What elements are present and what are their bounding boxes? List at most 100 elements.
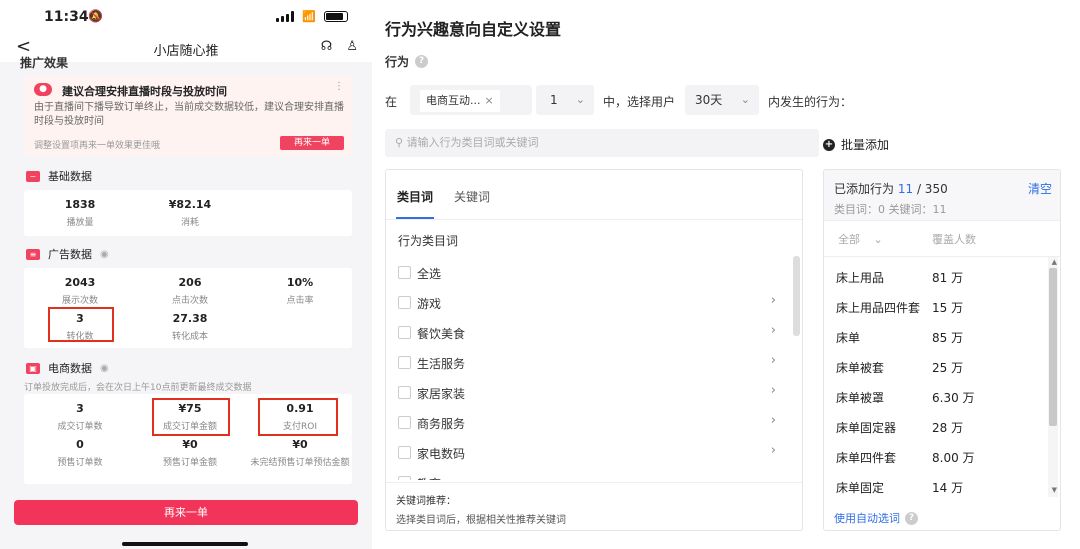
clear-button[interactable]: 清空 bbox=[1028, 180, 1052, 197]
scrollbar[interactable] bbox=[793, 256, 800, 336]
scrollbar-thumb[interactable] bbox=[1049, 268, 1057, 426]
list-item[interactable]: 餐饮美食 › bbox=[386, 318, 796, 348]
table-row[interactable]: 床单固定器 28 万 bbox=[824, 412, 1046, 442]
help-icon[interactable]: ? bbox=[415, 55, 429, 68]
chevron-right-icon[interactable]: › bbox=[771, 323, 776, 338]
home-indicator[interactable] bbox=[122, 542, 248, 546]
stat-spend: ¥82.14 消耗 bbox=[168, 198, 212, 228]
count-select[interactable]: 1 ⌄ bbox=[536, 85, 594, 115]
chevron-right-icon[interactable]: › bbox=[771, 443, 776, 458]
chevron-right-icon[interactable]: › bbox=[771, 383, 776, 398]
tip-icon: ● bbox=[34, 83, 52, 96]
tip-reorder-button[interactable]: 再来一单 bbox=[280, 136, 344, 150]
checkbox[interactable] bbox=[398, 356, 411, 369]
ad-data-title: 广告数据 bbox=[48, 248, 92, 261]
table-row[interactable]: 床上用品 81 万 bbox=[824, 262, 1046, 292]
behavior-label: 行为 ? bbox=[385, 53, 429, 70]
plus-icon: + bbox=[823, 138, 835, 151]
tip-title: 建议合理安排直播时段与投放时间 bbox=[62, 85, 227, 98]
category-panel: 类目词 关键词 行为类目词 全选 游戏 › 餐饮美食 › 生活服务 › 家居家装… bbox=[385, 169, 803, 531]
scroll-up-icon[interactable]: ▲ bbox=[1052, 258, 1057, 266]
stat-ctr: 10% 点击率 bbox=[286, 276, 314, 306]
list-item[interactable]: 家居家装 › bbox=[386, 378, 796, 408]
tip-body: 由于直播间下播导致订单终止，当前成交数据较低，建议合理安排直播时段与投放时间 bbox=[34, 102, 344, 127]
behavior-tag-select[interactable]: 电商互动... × bbox=[410, 85, 532, 115]
reorder-button[interactable]: 再来一单 bbox=[14, 500, 358, 525]
checkbox[interactable] bbox=[398, 326, 411, 339]
bulk-add-label: 批量添加 bbox=[841, 138, 890, 152]
table-row[interactable]: 床单被套 25 万 bbox=[824, 352, 1046, 382]
eye-icon[interactable]: ◉ bbox=[100, 363, 109, 374]
eye-icon[interactable]: ◉ bbox=[100, 249, 109, 260]
checkbox[interactable] bbox=[398, 416, 411, 429]
list-item[interactable]: 教育 bbox=[386, 468, 796, 480]
stat-impressions: 2043 展示次数 bbox=[61, 276, 98, 306]
basic-data-title: 基础数据 bbox=[48, 170, 92, 183]
days-value: 30天 bbox=[695, 93, 723, 107]
stat-clicks: 206 点击次数 bbox=[171, 276, 208, 306]
checkbox[interactable] bbox=[398, 296, 411, 309]
row-prefix: 在 bbox=[385, 95, 398, 109]
stat-plays: 1838 播放量 bbox=[64, 198, 96, 228]
column-header: 行为类目词 bbox=[398, 234, 459, 248]
chevron-right-icon[interactable]: › bbox=[771, 353, 776, 368]
list-item[interactable]: 全选 bbox=[386, 258, 796, 288]
mute-icon: 🔕 bbox=[88, 9, 103, 23]
checkbox[interactable] bbox=[398, 266, 411, 279]
tip-footer: 调整设置项再来一单效果更佳哦 bbox=[34, 141, 161, 151]
table-row[interactable]: 床上用品四件套 15 万 bbox=[824, 292, 1046, 322]
checkbox[interactable] bbox=[398, 386, 411, 399]
tab-category[interactable]: 类目词 bbox=[397, 188, 433, 205]
list-item[interactable]: 生活服务 › bbox=[386, 348, 796, 378]
table-row[interactable]: 床单被罩 6.30 万 bbox=[824, 382, 1046, 412]
status-time: 11:34 bbox=[44, 9, 89, 25]
row-mid: 中，选择用户 bbox=[603, 95, 676, 109]
scroll-down-icon[interactable]: ▼ bbox=[1052, 486, 1057, 494]
checkbox[interactable] bbox=[398, 446, 411, 459]
list-item[interactable]: 游戏 › bbox=[386, 288, 796, 318]
count-value: 1 bbox=[550, 93, 558, 107]
chevron-down-icon: ⌄ bbox=[873, 233, 883, 246]
signal-icon bbox=[276, 11, 295, 22]
behavior-tag-label: 电商互动... bbox=[426, 94, 481, 107]
behavior-tag[interactable]: 电商互动... × bbox=[420, 90, 500, 112]
checkbox[interactable] bbox=[398, 476, 411, 480]
tab-keyword[interactable]: 关键词 bbox=[454, 188, 490, 205]
chevron-right-icon[interactable]: › bbox=[771, 293, 776, 308]
auto-select-link[interactable]: 使用自动选词 ? bbox=[834, 510, 918, 526]
keyword-recommend: 关键词推荐： 选择类目词后，根据相关性推荐关键词 bbox=[386, 482, 802, 530]
nav-actions: ☊ ♙ bbox=[321, 39, 358, 54]
days-select[interactable]: 30天 ⌄ bbox=[685, 85, 759, 115]
added-panel: 已添加行为 11 / 350 清空 类目词：0 关键词：11 全部 ⌄ 覆盖人数… bbox=[823, 169, 1061, 531]
search-placeholder: 请输入行为类目词或关键词 bbox=[406, 136, 539, 149]
phone-screen: 11:34 🔕 📶 < 小店随心推 ☊ ♙ 推广效果 ● 建议合理安排直播时段与… bbox=[0, 0, 372, 549]
tab-indicator bbox=[396, 217, 434, 219]
tab-bar: 类目词 关键词 bbox=[386, 170, 802, 220]
chevron-right-icon[interactable]: › bbox=[771, 413, 776, 428]
list-item[interactable]: 家电数码 › bbox=[386, 438, 796, 468]
table-row[interactable]: 床单 85 万 bbox=[824, 322, 1046, 352]
profile-icon[interactable]: ♙ bbox=[346, 39, 358, 54]
battery-icon bbox=[324, 11, 348, 22]
search-input[interactable]: ⚲ 请输入行为类目词或关键词 bbox=[385, 129, 819, 157]
category-list: 全选 游戏 › 餐饮美食 › 生活服务 › 家居家装 › 商务服务 › 家电数码… bbox=[386, 258, 796, 480]
behavior-label-text: 行为 bbox=[385, 55, 410, 69]
table-row[interactable]: 床单固定 14 万 bbox=[824, 472, 1046, 502]
headset-icon[interactable]: ☊ bbox=[321, 39, 333, 54]
filter-select[interactable]: 全部 ⌄ bbox=[838, 231, 883, 247]
chart-icon: ~ bbox=[26, 170, 40, 182]
ecommerce-note: 订单投放完成后，会在次日上午10点前更新最终成交数据 bbox=[24, 383, 252, 393]
more-icon[interactable]: ⋮ bbox=[334, 81, 344, 92]
keyword-desc: 选择类目词后，根据相关性推荐关键词 bbox=[396, 515, 566, 526]
table-row[interactable]: 床单四件套 8.00 万 bbox=[824, 442, 1046, 472]
wifi-icon: 📶 bbox=[302, 10, 316, 23]
chevron-down-icon: ⌄ bbox=[740, 93, 750, 106]
list-item[interactable]: 商务服务 › bbox=[386, 408, 796, 438]
help-icon[interactable]: ? bbox=[905, 511, 918, 525]
close-icon[interactable]: × bbox=[485, 94, 494, 107]
ecommerce-data-header: ▣ 电商数据 ◉ bbox=[26, 360, 109, 376]
added-header: 已添加行为 11 / 350 清空 类目词：0 关键词：11 bbox=[824, 170, 1060, 221]
filter-row: 全部 ⌄ 覆盖人数 bbox=[824, 221, 1060, 257]
highlight-roi bbox=[258, 398, 338, 436]
bulk-add-button[interactable]: + 批量添加 bbox=[823, 136, 889, 153]
